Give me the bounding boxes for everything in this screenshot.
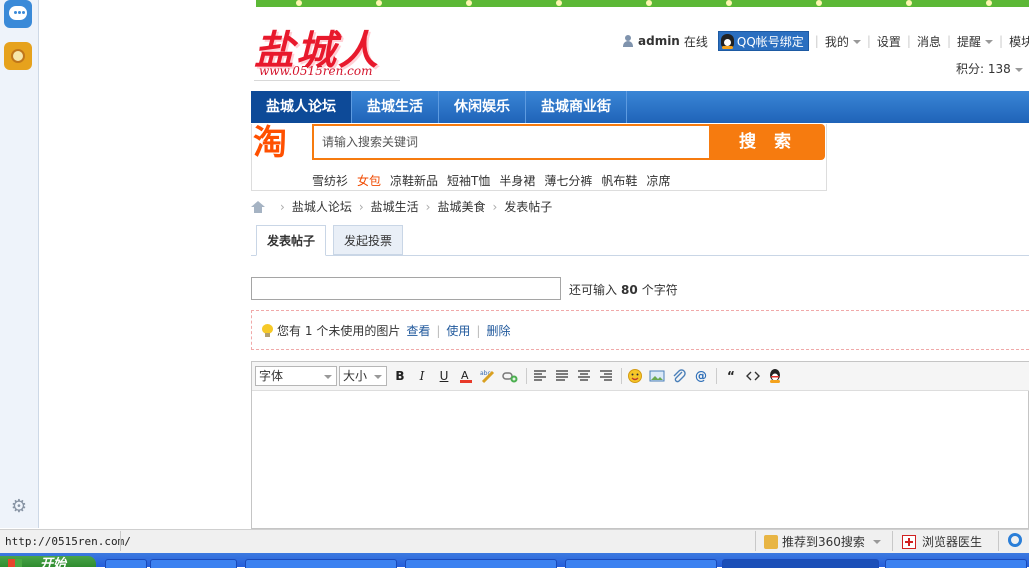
ie-icon[interactable] xyxy=(1008,533,1025,547)
messages-link[interactable]: 消息 xyxy=(917,33,941,50)
hotword-link[interactable]: 半身裙 xyxy=(499,172,535,189)
score-menu[interactable]: 积分: 138 xyxy=(956,60,1023,77)
medical-cross-icon xyxy=(902,534,916,549)
qq-penguin-icon xyxy=(720,34,734,49)
chevron-down-icon xyxy=(324,375,332,379)
nav-item-business[interactable]: 盐城商业街 xyxy=(526,91,627,123)
thumbs-up-icon xyxy=(764,534,778,549)
settings-link[interactable]: 设置 xyxy=(877,33,901,50)
tab-new-poll[interactable]: 发起投票 xyxy=(333,225,404,255)
taobao-search-button[interactable]: 搜 索 xyxy=(711,124,825,160)
chevron-down-icon xyxy=(872,539,881,544)
breadcrumb-item[interactable]: 盐城人论坛 xyxy=(292,198,352,215)
chevron-down-icon xyxy=(985,40,994,44)
chevron-right-icon: › xyxy=(358,199,364,214)
attachment-icon[interactable] xyxy=(671,368,687,384)
align-right-icon[interactable] xyxy=(598,368,614,384)
chat-bubble-icon[interactable] xyxy=(4,0,32,28)
taobao-search-input[interactable] xyxy=(320,126,704,158)
recommend-360-button[interactable]: 推荐到360搜索 xyxy=(764,533,881,550)
font-color-icon[interactable]: A xyxy=(458,368,474,384)
modules-menu[interactable]: 模块 xyxy=(1009,33,1029,50)
user-icon xyxy=(622,35,634,47)
mention-icon[interactable]: @ xyxy=(693,368,709,384)
font-size-select[interactable]: 大小 xyxy=(339,366,387,386)
top-banner xyxy=(256,0,1029,7)
chevron-right-icon: › xyxy=(425,199,431,214)
main-nav: 盐城人论坛 盐城生活 休闲娱乐 盐城商业街 xyxy=(251,91,1029,123)
breadcrumb-current: 发表帖子 xyxy=(504,200,553,214)
remaining-char-count: 80 xyxy=(621,283,638,297)
username-link[interactable]: admin xyxy=(638,34,680,48)
delete-images-link[interactable]: 删除 xyxy=(486,322,510,339)
home-icon[interactable] xyxy=(251,200,265,213)
chevron-right-icon: › xyxy=(492,199,498,214)
italic-button[interactable]: I xyxy=(414,368,430,384)
subject-char-hint: 还可输入 80 个字符 xyxy=(569,283,678,297)
quote-icon[interactable]: “ xyxy=(723,368,739,384)
nav-item-forum[interactable]: 盐城人论坛 xyxy=(251,91,352,123)
start-button[interactable]: 开始 xyxy=(0,556,96,567)
logo-divider xyxy=(254,80,400,81)
hotword-link[interactable]: 凉席 xyxy=(646,172,670,189)
nav-item-entertainment[interactable]: 休闲娱乐 xyxy=(439,91,526,123)
hotword-link-highlight[interactable]: 女包 xyxy=(357,172,381,189)
online-status: 在线 xyxy=(683,34,708,49)
lightbulb-icon xyxy=(262,323,273,338)
breadcrumb: › 盐城人论坛 › 盐城生活 › 盐城美食 › 发表帖子 xyxy=(251,198,552,215)
image-icon[interactable] xyxy=(649,368,665,384)
font-family-select[interactable]: 字体 xyxy=(255,366,337,386)
score-label: 积分: 138 xyxy=(956,62,1011,76)
qq-bind-label: QQ帐号绑定 xyxy=(736,34,804,49)
use-images-link[interactable]: 使用 xyxy=(446,322,470,339)
tab-new-post[interactable]: 发表帖子 xyxy=(256,225,327,256)
chevron-down-icon xyxy=(374,375,382,379)
reminders-menu[interactable]: 提醒 xyxy=(957,33,994,50)
hotword-link[interactable]: 短袖T恤 xyxy=(447,172,490,189)
left-sidebar xyxy=(0,0,39,528)
my-menu[interactable]: 我的 xyxy=(825,33,861,50)
link-icon[interactable] xyxy=(502,368,518,384)
chevron-down-icon xyxy=(852,40,861,44)
emoji-icon[interactable] xyxy=(627,368,643,384)
subject-input[interactable] xyxy=(251,277,561,300)
site-logo-url: www.0515ren.com xyxy=(259,64,373,78)
underline-button[interactable]: U xyxy=(436,368,452,384)
taobao-search-box xyxy=(312,124,711,160)
windows-logo-icon xyxy=(8,559,22,567)
unused-image-notice-row: 您有 1 个未使用的图片 查看 | 使用 | 删除 xyxy=(262,322,516,339)
nav-item-life[interactable]: 盐城生活 xyxy=(352,91,439,123)
taobao-hotwords: 雪纺衫 女包 凉鞋新品 短袖T恤 半身裙 薄七分裤 帆布鞋 凉席 xyxy=(312,172,679,189)
code-icon[interactable] xyxy=(745,368,761,384)
align-justify-icon[interactable] xyxy=(554,368,570,384)
hotword-link[interactable]: 薄七分裤 xyxy=(544,172,592,189)
taobao-logo[interactable]: 淘 xyxy=(253,124,303,162)
bold-button[interactable]: B xyxy=(392,368,408,384)
align-center-icon[interactable] xyxy=(576,368,592,384)
qq-share-icon[interactable] xyxy=(767,368,783,384)
status-url: http://0515ren.com/ xyxy=(5,535,131,548)
hotword-link[interactable]: 凉鞋新品 xyxy=(390,172,438,189)
align-left-icon[interactable] xyxy=(532,368,548,384)
hotword-link[interactable]: 雪纺衫 xyxy=(312,172,348,189)
chevron-right-icon: › xyxy=(280,199,285,214)
medal-icon[interactable] xyxy=(4,42,32,70)
chevron-down-icon xyxy=(1014,67,1023,72)
breadcrumb-item[interactable]: 盐城生活 xyxy=(371,198,419,215)
breadcrumb-item[interactable]: 盐城美食 xyxy=(437,198,485,215)
hotword-link[interactable]: 帆布鞋 xyxy=(601,172,637,189)
gear-icon[interactable]: ⚙ xyxy=(9,497,29,517)
user-bar: admin 在线 QQ帐号绑定 | 我的 | 设置 | 消息 | 提醒 | 模块 xyxy=(622,31,1029,51)
view-images-link[interactable]: 查看 xyxy=(406,322,430,339)
spellcheck-icon[interactable]: abc xyxy=(480,368,496,384)
browser-doctor-button[interactable]: 浏览器医生 xyxy=(902,533,982,550)
qq-bind-button[interactable]: QQ帐号绑定 xyxy=(717,31,809,51)
